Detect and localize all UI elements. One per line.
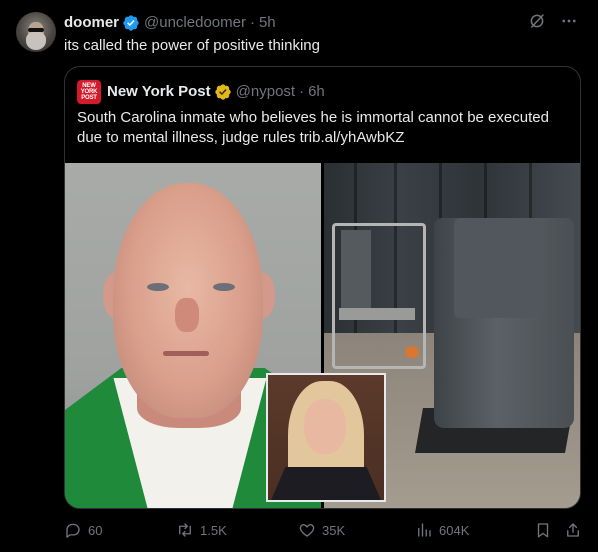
- tweet-header: doomer @uncledoomer · 5h: [64, 13, 276, 33]
- author-handle[interactable]: @uncledoomer: [144, 13, 246, 33]
- covered-chair-back-shape: [454, 218, 544, 318]
- more-icon[interactable]: [560, 12, 578, 30]
- face-shape: [304, 399, 346, 454]
- avatar-beard: [26, 32, 46, 50]
- inset-photo-judge[interactable]: [266, 373, 386, 502]
- reply-button[interactable]: 60: [64, 521, 102, 539]
- media-grid: [65, 163, 580, 508]
- author-name[interactable]: doomer: [64, 13, 119, 33]
- chair-back-shape: [341, 230, 371, 320]
- gold-verified-badge-icon: [214, 84, 231, 100]
- avatar-glasses: [28, 28, 44, 32]
- quoted-author-handle[interactable]: @nypost: [236, 82, 295, 102]
- reply-icon: [66, 523, 80, 538]
- heart-icon: [299, 524, 315, 537]
- like-count: 35K: [322, 522, 346, 538]
- nypost-logo-text: NEW YORK POST: [80, 83, 98, 101]
- grok-icon[interactable]: [528, 12, 546, 30]
- views-icon: [418, 523, 431, 537]
- views-button[interactable]: 604K: [415, 521, 469, 539]
- like-button[interactable]: 35K: [298, 521, 345, 539]
- share-button[interactable]: [564, 521, 582, 539]
- avatar[interactable]: [16, 12, 56, 52]
- eye-right-shape: [213, 283, 235, 291]
- repost-icon: [179, 523, 191, 537]
- eye-left-shape: [147, 283, 169, 291]
- mouth-shape: [163, 351, 209, 356]
- view-count: 604K: [439, 522, 470, 538]
- share-icon: [567, 523, 579, 537]
- bookmark-icon: [537, 523, 549, 538]
- bookmark-button[interactable]: [534, 521, 552, 539]
- separator-dot: ·: [299, 83, 305, 100]
- separator-dot: ·: [249, 14, 255, 31]
- quoted-author-name[interactable]: New York Post: [107, 82, 211, 102]
- chair-knob-shape: [405, 346, 419, 358]
- tweet-text: its called the power of positive thinkin…: [64, 37, 320, 54]
- chair-seat-shape: [339, 308, 415, 320]
- tweet-top-icons: [528, 12, 578, 30]
- nose-shape: [175, 298, 199, 332]
- repost-count: 1.5K: [200, 522, 227, 538]
- jacket-shape: [268, 467, 384, 500]
- reply-count: 60: [88, 522, 103, 538]
- verified-badge-icon: [123, 15, 139, 31]
- nypost-logo[interactable]: NEW YORK POST: [77, 80, 101, 104]
- quoted-tweet[interactable]: NEW YORK POST New York Post @nypost · 6h S…: [64, 66, 581, 509]
- tweet-time[interactable]: 5h: [259, 13, 276, 33]
- repost-button[interactable]: 1.5K: [176, 521, 227, 539]
- quoted-text: South Carolina inmate who believes he is…: [77, 109, 549, 146]
- quoted-header: NEW YORK POST New York Post @nypost · 6h: [77, 80, 325, 104]
- quoted-time[interactable]: 6h: [308, 82, 325, 102]
- action-bar: 60 1.5K 35K 604K: [64, 515, 584, 545]
- electric-chair-shape: [332, 223, 426, 369]
